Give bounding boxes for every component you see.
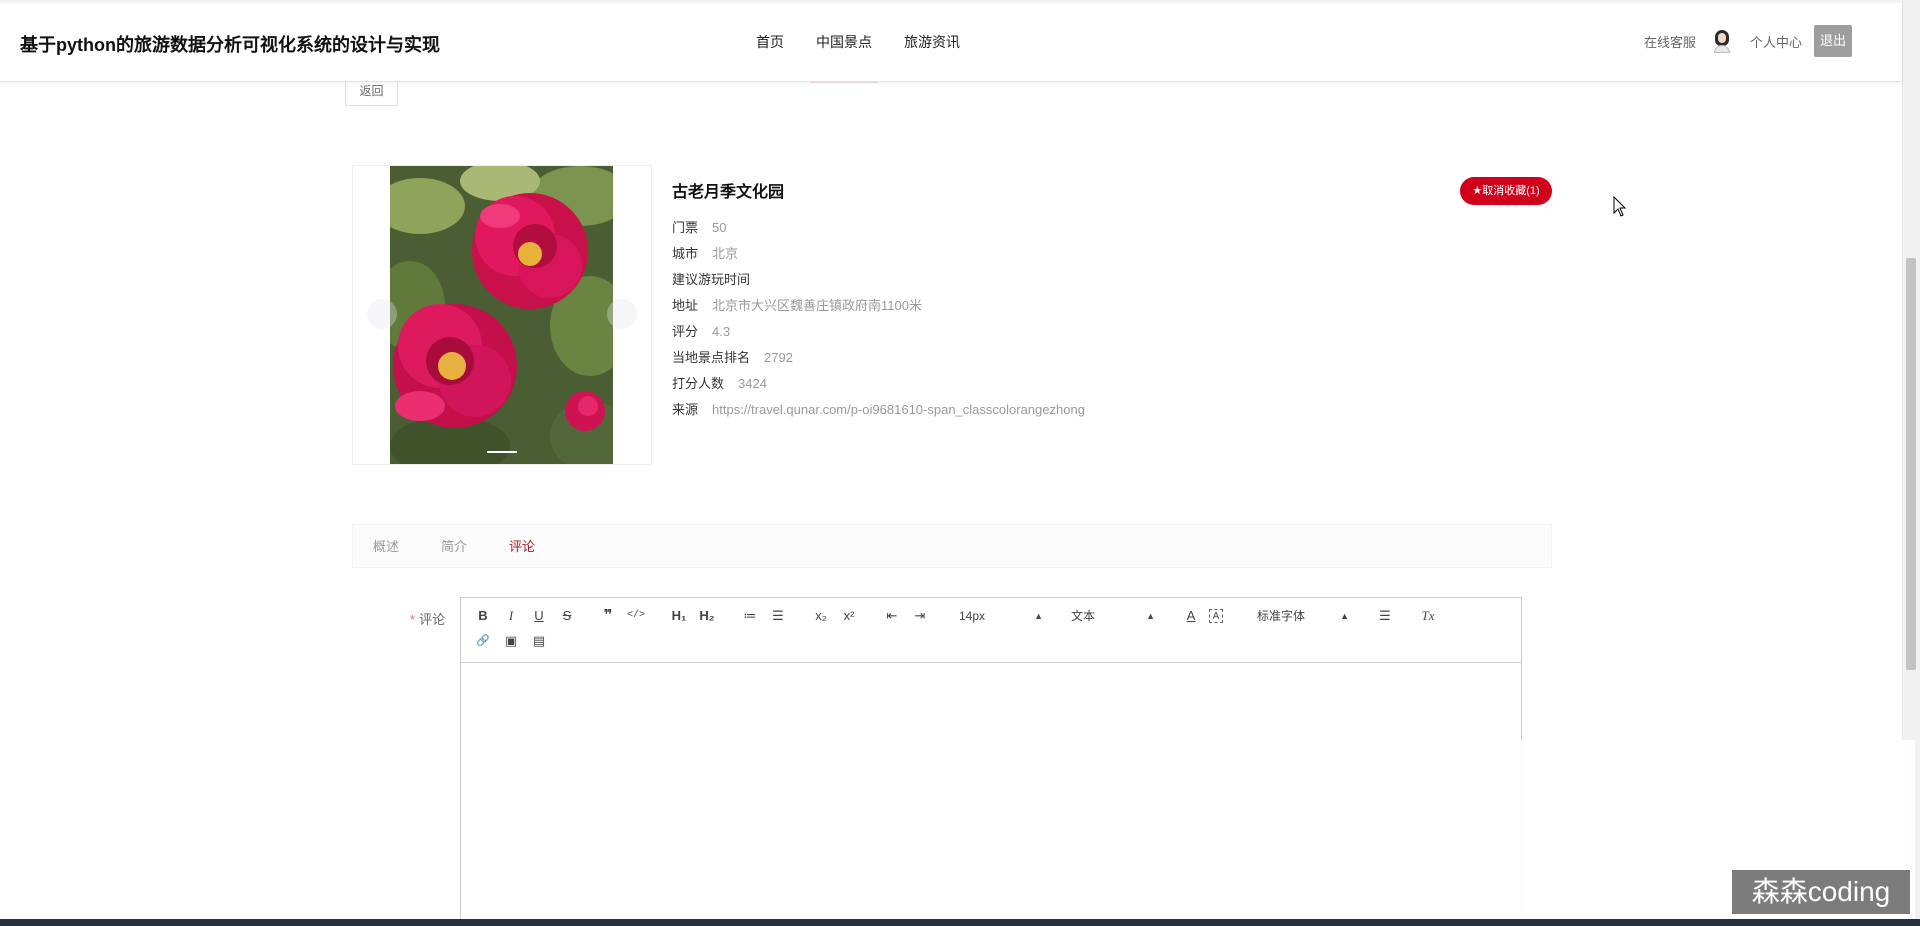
header-1-button[interactable]: H₁	[669, 606, 689, 626]
picker-caret-icon: ▲	[1146, 611, 1155, 621]
info-label: 当地景点排名	[672, 350, 751, 365]
subscript-button[interactable]: x₂	[811, 606, 831, 626]
italic-button[interactable]: I	[501, 606, 521, 626]
carousel-prev-button[interactable]	[367, 299, 397, 329]
picker-caret-icon: ▲	[1034, 611, 1043, 621]
strike-button[interactable]: S	[557, 606, 577, 626]
header-2-button[interactable]: H₂	[697, 606, 717, 626]
bullet-list-button[interactable]: ☰	[768, 606, 788, 626]
font-size-value: 14px	[959, 609, 986, 623]
info-label: 建议游玩时间	[672, 272, 751, 287]
blockquote-button[interactable]: ❞	[598, 606, 618, 626]
align-button[interactable]: ☰	[1375, 606, 1395, 626]
info-row-city: 城市 北京	[672, 241, 1085, 267]
font-family-picker[interactable]: 标准字体 ▲	[1257, 606, 1349, 626]
unfavorite-button[interactable]: ★取消收藏(1)	[1460, 177, 1552, 205]
font-size-picker[interactable]: 14px ▲	[959, 606, 1043, 626]
info-value: 50	[712, 220, 727, 235]
spot-photo	[390, 166, 613, 464]
main-nav: 首页 中国景点 旅游资讯	[740, 0, 976, 83]
header-picker-value: 文本	[1071, 609, 1096, 623]
required-mark: *	[410, 612, 416, 627]
underline-button[interactable]: U	[529, 606, 549, 626]
info-row-source: 来源 https://travel.qunar.com/p-oi9681610-s…	[672, 397, 1085, 423]
top-header: 基于python的旅游数据分析可视化系统的设计与实现 首页 中国景点 旅游资讯 …	[0, 0, 1902, 83]
code-block-button[interactable]: </>	[626, 606, 646, 626]
comment-label-text: 评论	[419, 612, 446, 627]
info-label: 评分	[672, 324, 699, 339]
info-value: 4.3	[712, 324, 731, 339]
info-label: 门票	[672, 220, 699, 235]
spot-image-carousel	[352, 165, 652, 465]
nav-travel-news[interactable]: 旅游资讯	[888, 0, 976, 82]
tab-comments[interactable]: 评论	[509, 525, 535, 569]
info-row-address: 地址 北京市大兴区魏善庄镇政府南1100米	[672, 293, 1085, 319]
nav-home[interactable]: 首页	[740, 0, 800, 82]
background-color-button[interactable]: A	[1209, 609, 1223, 623]
font-color-button[interactable]: A	[1181, 606, 1201, 626]
info-row-local-rank: 当地景点排名 2792	[672, 345, 1085, 371]
logout-button[interactable]: 退出	[1814, 25, 1852, 57]
avatar[interactable]	[1710, 29, 1734, 53]
indent-button[interactable]: ⇥	[910, 606, 930, 626]
info-row-raters: 打分人数 3424	[672, 371, 1085, 397]
info-label: 来源	[672, 402, 699, 417]
source-link[interactable]: https://travel.qunar.com/p-oi9681610-spa…	[712, 402, 1085, 417]
detail-tabs: 概述 简介 评论	[352, 524, 1552, 568]
link-button[interactable]: 🔗	[473, 631, 493, 651]
back-button[interactable]: 返回	[345, 80, 398, 106]
carousel-indicator[interactable]	[487, 451, 517, 453]
nav-china-spots[interactable]: 中国景点	[800, 0, 888, 83]
info-value: 2792	[764, 350, 793, 365]
info-value: 3424	[738, 376, 767, 391]
tab-overview[interactable]: 概述	[373, 525, 399, 569]
video-button[interactable]: ▤	[529, 631, 549, 651]
info-label: 地址	[672, 298, 699, 313]
taskbar-strip	[0, 919, 1920, 926]
superscript-button[interactable]: x²	[839, 606, 859, 626]
user-center-link[interactable]: 个人中心	[1750, 32, 1802, 51]
header-user-area: 在线客服 个人中心 退出	[1644, 25, 1852, 57]
info-value: 北京	[712, 246, 739, 261]
outdent-button[interactable]: ⇤	[882, 606, 902, 626]
image-button[interactable]: ▣	[501, 631, 521, 651]
online-service-link[interactable]: 在线客服	[1644, 32, 1696, 51]
spot-name: 古老月季文化园	[672, 184, 785, 201]
mouse-cursor-icon	[1613, 196, 1627, 217]
carousel-next-button[interactable]	[607, 299, 637, 329]
info-label: 城市	[672, 246, 699, 261]
info-row-ticket: 门票 50	[672, 215, 1085, 241]
font-family-value: 标准字体	[1257, 609, 1306, 623]
editor-toolbar: B I U S ❞ </> H₁ H₂ ≔ ☰ x₂ x² ⇤ ⇥ 14px ▲ …	[461, 598, 1521, 663]
site-title: 基于python的旅游数据分析可视化系统的设计与实现	[20, 35, 440, 55]
info-row-suggested-time: 建议游玩时间	[672, 267, 1085, 293]
picker-caret-icon: ▲	[1340, 611, 1349, 621]
scrollbar-thumb[interactable]	[1906, 258, 1916, 670]
watermark: 森森coding	[1732, 870, 1910, 914]
clean-format-button[interactable]: Tx	[1418, 606, 1438, 626]
bold-button[interactable]: B	[473, 606, 493, 626]
spot-info-list: 门票 50 城市 北京 建议游玩时间 地址 北京市大兴区魏善庄镇政府南1100米 评分…	[672, 215, 1085, 423]
comment-field-label: * 评论	[410, 609, 445, 628]
info-row-rating: 评分 4.3	[672, 319, 1085, 345]
info-label: 打分人数	[672, 376, 725, 391]
tab-intro[interactable]: 简介	[441, 525, 467, 569]
header-picker[interactable]: 文本 ▲	[1071, 606, 1155, 626]
ordered-list-button[interactable]: ≔	[740, 606, 760, 626]
info-value: 北京市大兴区魏善庄镇政府南1100米	[712, 298, 922, 313]
